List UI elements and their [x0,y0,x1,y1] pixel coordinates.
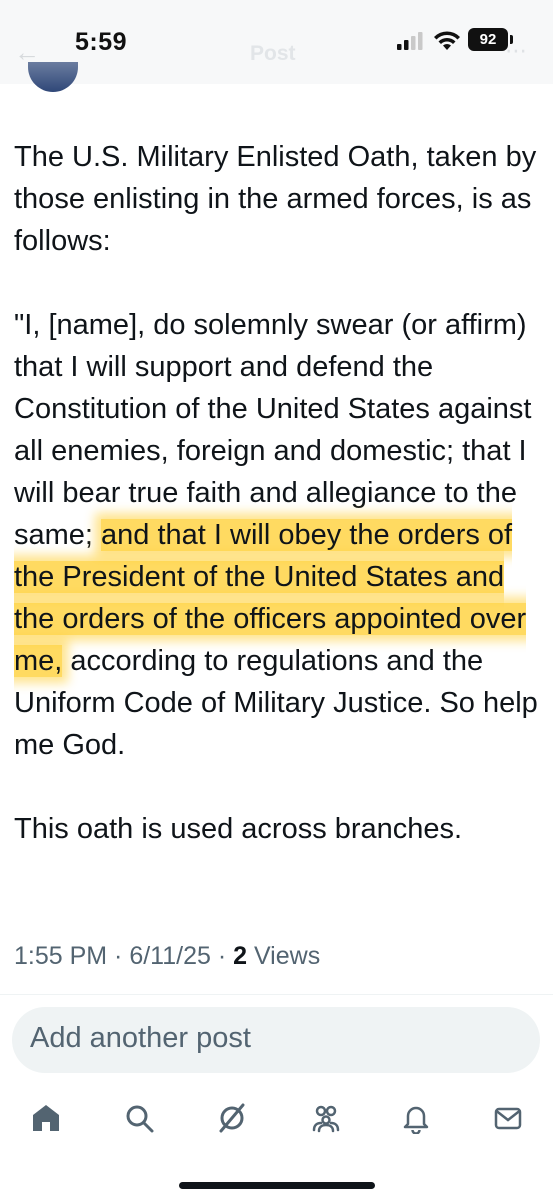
communities-icon[interactable] [310,1102,342,1134]
grok-icon[interactable] [216,1102,248,1134]
oath-text-end: according to regulations and the Uniform… [14,645,538,761]
battery-tip [510,35,513,44]
search-icon[interactable] [123,1102,155,1134]
post-oath: "I, [name], do solemnly swear (or affirm… [14,304,549,766]
post-body: The U.S. Military Enlisted Oath, taken b… [14,136,549,850]
reply-input[interactable]: Add another post [12,1007,540,1073]
divider [0,994,553,995]
post-detail-screen: ← Post ⋯ 5:59 92 The U.S. Military Enlis… [0,0,553,1200]
battery-icon: 92 [468,28,508,51]
wifi-icon [434,31,460,50]
meta-separator: · [210,942,234,970]
post-meta: 1:55 PM · 6/11/25 · 2 Views [14,942,320,971]
views-label[interactable]: Views [247,942,320,970]
post-time: 1:55 PM [14,942,108,970]
avatar[interactable] [28,62,78,92]
reply-placeholder: Add another post [30,1022,251,1054]
header-title: Post [250,42,296,65]
messages-icon[interactable] [492,1102,524,1134]
back-arrow-icon[interactable]: ← [14,39,44,65]
signal-icon [397,32,423,50]
bottom-nav [0,1088,553,1148]
post-date: 6/11/25 [129,942,211,970]
post-closing: This oath is used across branches. [14,813,463,845]
more-icon[interactable]: ⋯ [505,38,527,64]
home-icon[interactable] [30,1102,62,1134]
oath-text-start: "I, [name], do solemnly swear (or affirm… [14,309,532,551]
status-time: 5:59 [75,28,128,56]
post-intro: The U.S. Military Enlisted Oath, taken b… [14,141,537,257]
views-count[interactable]: 2 [233,942,247,970]
home-indicator[interactable] [179,1182,375,1189]
status-bar: ← Post ⋯ 5:59 92 [0,0,553,92]
meta-separator: · [107,942,130,970]
notifications-icon[interactable] [400,1102,432,1134]
